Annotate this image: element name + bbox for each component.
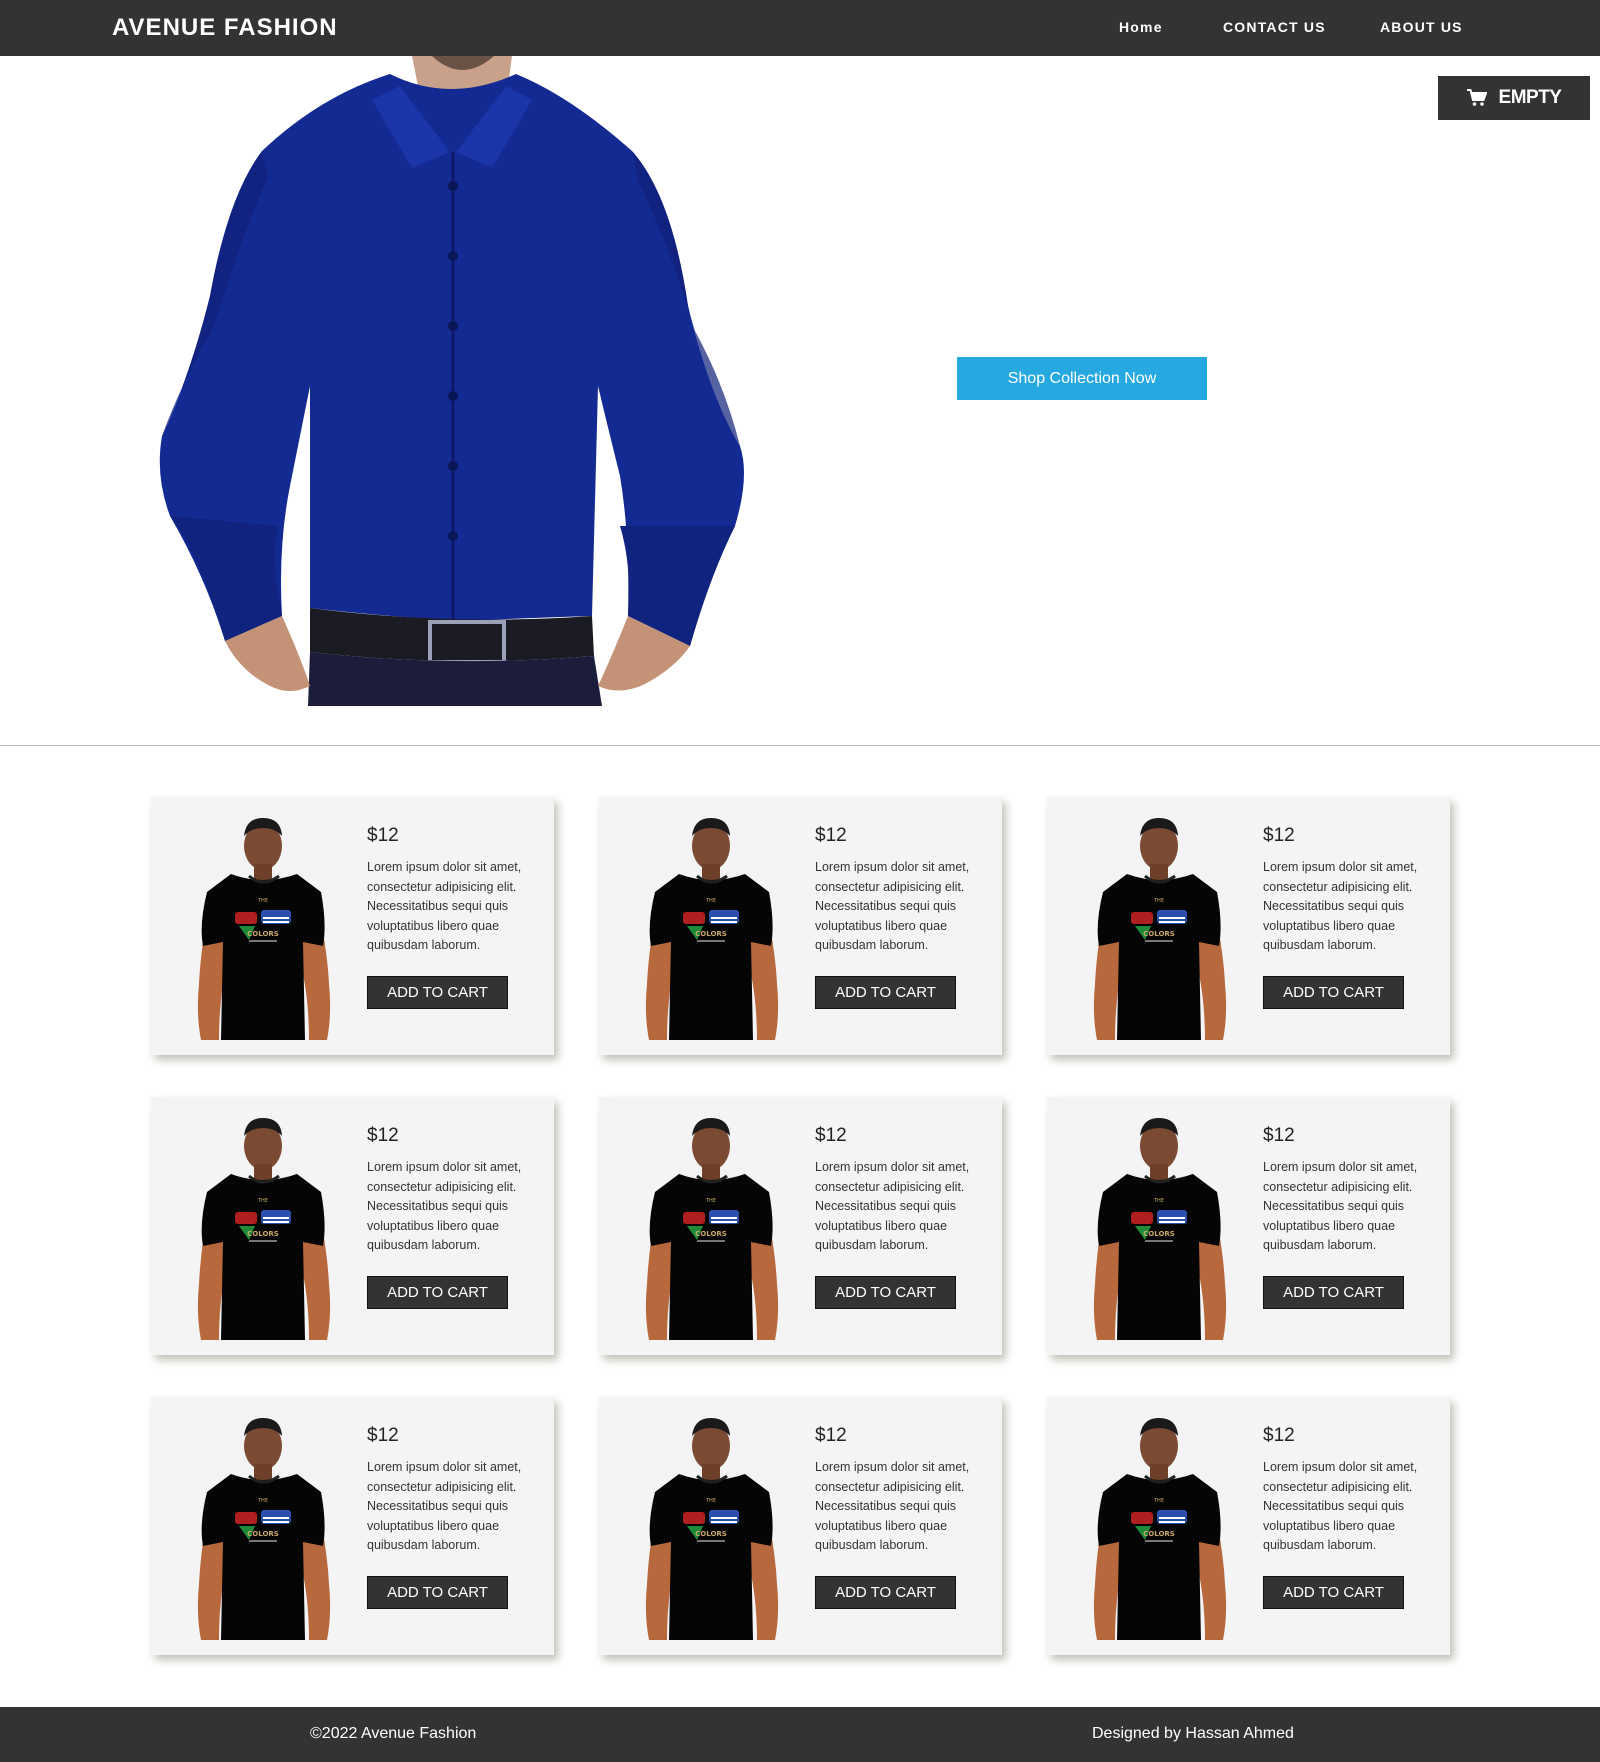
- product-image: THE COLORS: [645, 1118, 779, 1340]
- product-card: THE COLORS $12 Lorem ipsum dolor sit ame…: [599, 1397, 1002, 1655]
- product-description: Lorem ipsum dolor sit amet, consectetur …: [367, 860, 522, 952]
- product-description: Lorem ipsum dolor sit amet, consectetur …: [367, 1460, 522, 1552]
- product-card: THE COLORS $12 Lorem ipsum dolor sit ame…: [151, 1097, 554, 1355]
- svg-text:THE: THE: [257, 898, 268, 904]
- svg-text:THE: THE: [705, 898, 716, 904]
- svg-text:COLORS: COLORS: [247, 1530, 279, 1538]
- product-price: $12: [815, 1125, 847, 1146]
- svg-text:COLORS: COLORS: [695, 1230, 727, 1238]
- product-image: THE COLORS: [197, 1118, 331, 1340]
- product-image: THE COLORS: [197, 818, 331, 1040]
- product-image: THE COLORS: [1093, 1418, 1227, 1640]
- product-price: $12: [815, 1425, 847, 1446]
- section-divider: [0, 745, 1600, 746]
- add-to-cart-button[interactable]: ADD TO CART: [815, 1576, 956, 1609]
- product-image: THE COLORS: [197, 1418, 331, 1640]
- svg-text:THE: THE: [705, 1198, 716, 1204]
- footer-copyright: ©2022 Avenue Fashion: [310, 1725, 477, 1742]
- product-price: $12: [367, 825, 399, 846]
- nav-about-link[interactable]: ABOUT US: [1380, 19, 1463, 39]
- add-to-cart-button[interactable]: ADD TO CART: [1263, 1276, 1404, 1309]
- product-card: THE COLORS $12 Lorem ipsum dolor sit ame…: [1047, 1397, 1450, 1655]
- svg-text:COLORS: COLORS: [1143, 1530, 1175, 1538]
- product-description: Lorem ipsum dolor sit amet, consectetur …: [367, 1160, 522, 1252]
- shop-collection-button[interactable]: Shop Collection Now: [957, 357, 1207, 400]
- top-navbar: AVENUE FASHION Home CONTACT US ABOUT US: [0, 0, 1600, 56]
- product-image: THE COLORS: [645, 1418, 779, 1640]
- product-card: THE COLORS $12 Lorem ipsum dolor sit ame…: [1047, 797, 1450, 1055]
- hero-image: [159, 56, 745, 706]
- product-card: THE COLORS $12 Lorem ipsum dolor sit ame…: [599, 1097, 1002, 1355]
- product-description: Lorem ipsum dolor sit amet, consectetur …: [1263, 860, 1418, 952]
- footer: ©2022 Avenue Fashion Designed by Hassan …: [0, 1707, 1600, 1762]
- add-to-cart-button[interactable]: ADD TO CART: [367, 1576, 508, 1609]
- cart-icon: [1466, 89, 1487, 106]
- product-description: Lorem ipsum dolor sit amet, consectetur …: [815, 860, 970, 952]
- product-price: $12: [367, 1425, 399, 1446]
- add-to-cart-button[interactable]: ADD TO CART: [815, 976, 956, 1009]
- product-description: Lorem ipsum dolor sit amet, consectetur …: [1263, 1160, 1418, 1252]
- product-price: $12: [815, 825, 847, 846]
- add-to-cart-button[interactable]: ADD TO CART: [1263, 976, 1404, 1009]
- add-to-cart-button[interactable]: ADD TO CART: [1263, 1576, 1404, 1609]
- product-card: THE COLORS $12 Lorem ipsum dolor sit ame…: [151, 797, 554, 1055]
- product-price: $12: [1263, 1125, 1295, 1146]
- svg-text:THE: THE: [1153, 898, 1164, 904]
- product-description: Lorem ipsum dolor sit amet, consectetur …: [815, 1160, 970, 1252]
- svg-text:THE: THE: [705, 1498, 716, 1504]
- product-image: THE COLORS: [645, 818, 779, 1040]
- svg-text:COLORS: COLORS: [1143, 930, 1175, 938]
- add-to-cart-button[interactable]: ADD TO CART: [815, 1276, 956, 1309]
- svg-text:COLORS: COLORS: [695, 930, 727, 938]
- product-price: $12: [1263, 825, 1295, 846]
- product-description: Lorem ipsum dolor sit amet, consectetur …: [1263, 1460, 1418, 1552]
- svg-text:THE: THE: [1153, 1498, 1164, 1504]
- product-card: THE COLORS $12 Lorem ipsum dolor sit ame…: [1047, 1097, 1450, 1355]
- product-price: $12: [1263, 1425, 1295, 1446]
- svg-text:COLORS: COLORS: [695, 1530, 727, 1538]
- product-card: THE COLORS $12 Lorem ipsum dolor sit ame…: [599, 797, 1002, 1055]
- svg-text:COLORS: COLORS: [247, 1230, 279, 1238]
- product-card: THE COLORS $12 Lorem ipsum dolor sit ame…: [151, 1397, 554, 1655]
- svg-text:THE: THE: [257, 1498, 268, 1504]
- svg-text:THE: THE: [257, 1198, 268, 1204]
- brand-logo[interactable]: AVENUE FASHION: [112, 14, 338, 42]
- cart-button[interactable]: EMPTY: [1438, 76, 1590, 120]
- footer-credit: Designed by Hassan Ahmed: [1092, 1725, 1294, 1742]
- svg-text:COLORS: COLORS: [247, 930, 279, 938]
- nav-home-link[interactable]: Home: [1119, 19, 1163, 39]
- svg-text:COLORS: COLORS: [1143, 1230, 1175, 1238]
- product-description: Lorem ipsum dolor sit amet, consectetur …: [815, 1460, 970, 1552]
- svg-text:THE: THE: [1153, 1198, 1164, 1204]
- add-to-cart-button[interactable]: ADD TO CART: [367, 1276, 508, 1309]
- product-image: THE COLORS: [1093, 1118, 1227, 1340]
- cart-label: EMPTY: [1498, 87, 1562, 108]
- add-to-cart-button[interactable]: ADD TO CART: [367, 976, 508, 1009]
- product-image: THE COLORS: [1093, 818, 1227, 1040]
- nav-contact-link[interactable]: CONTACT US: [1223, 19, 1326, 39]
- product-price: $12: [367, 1125, 399, 1146]
